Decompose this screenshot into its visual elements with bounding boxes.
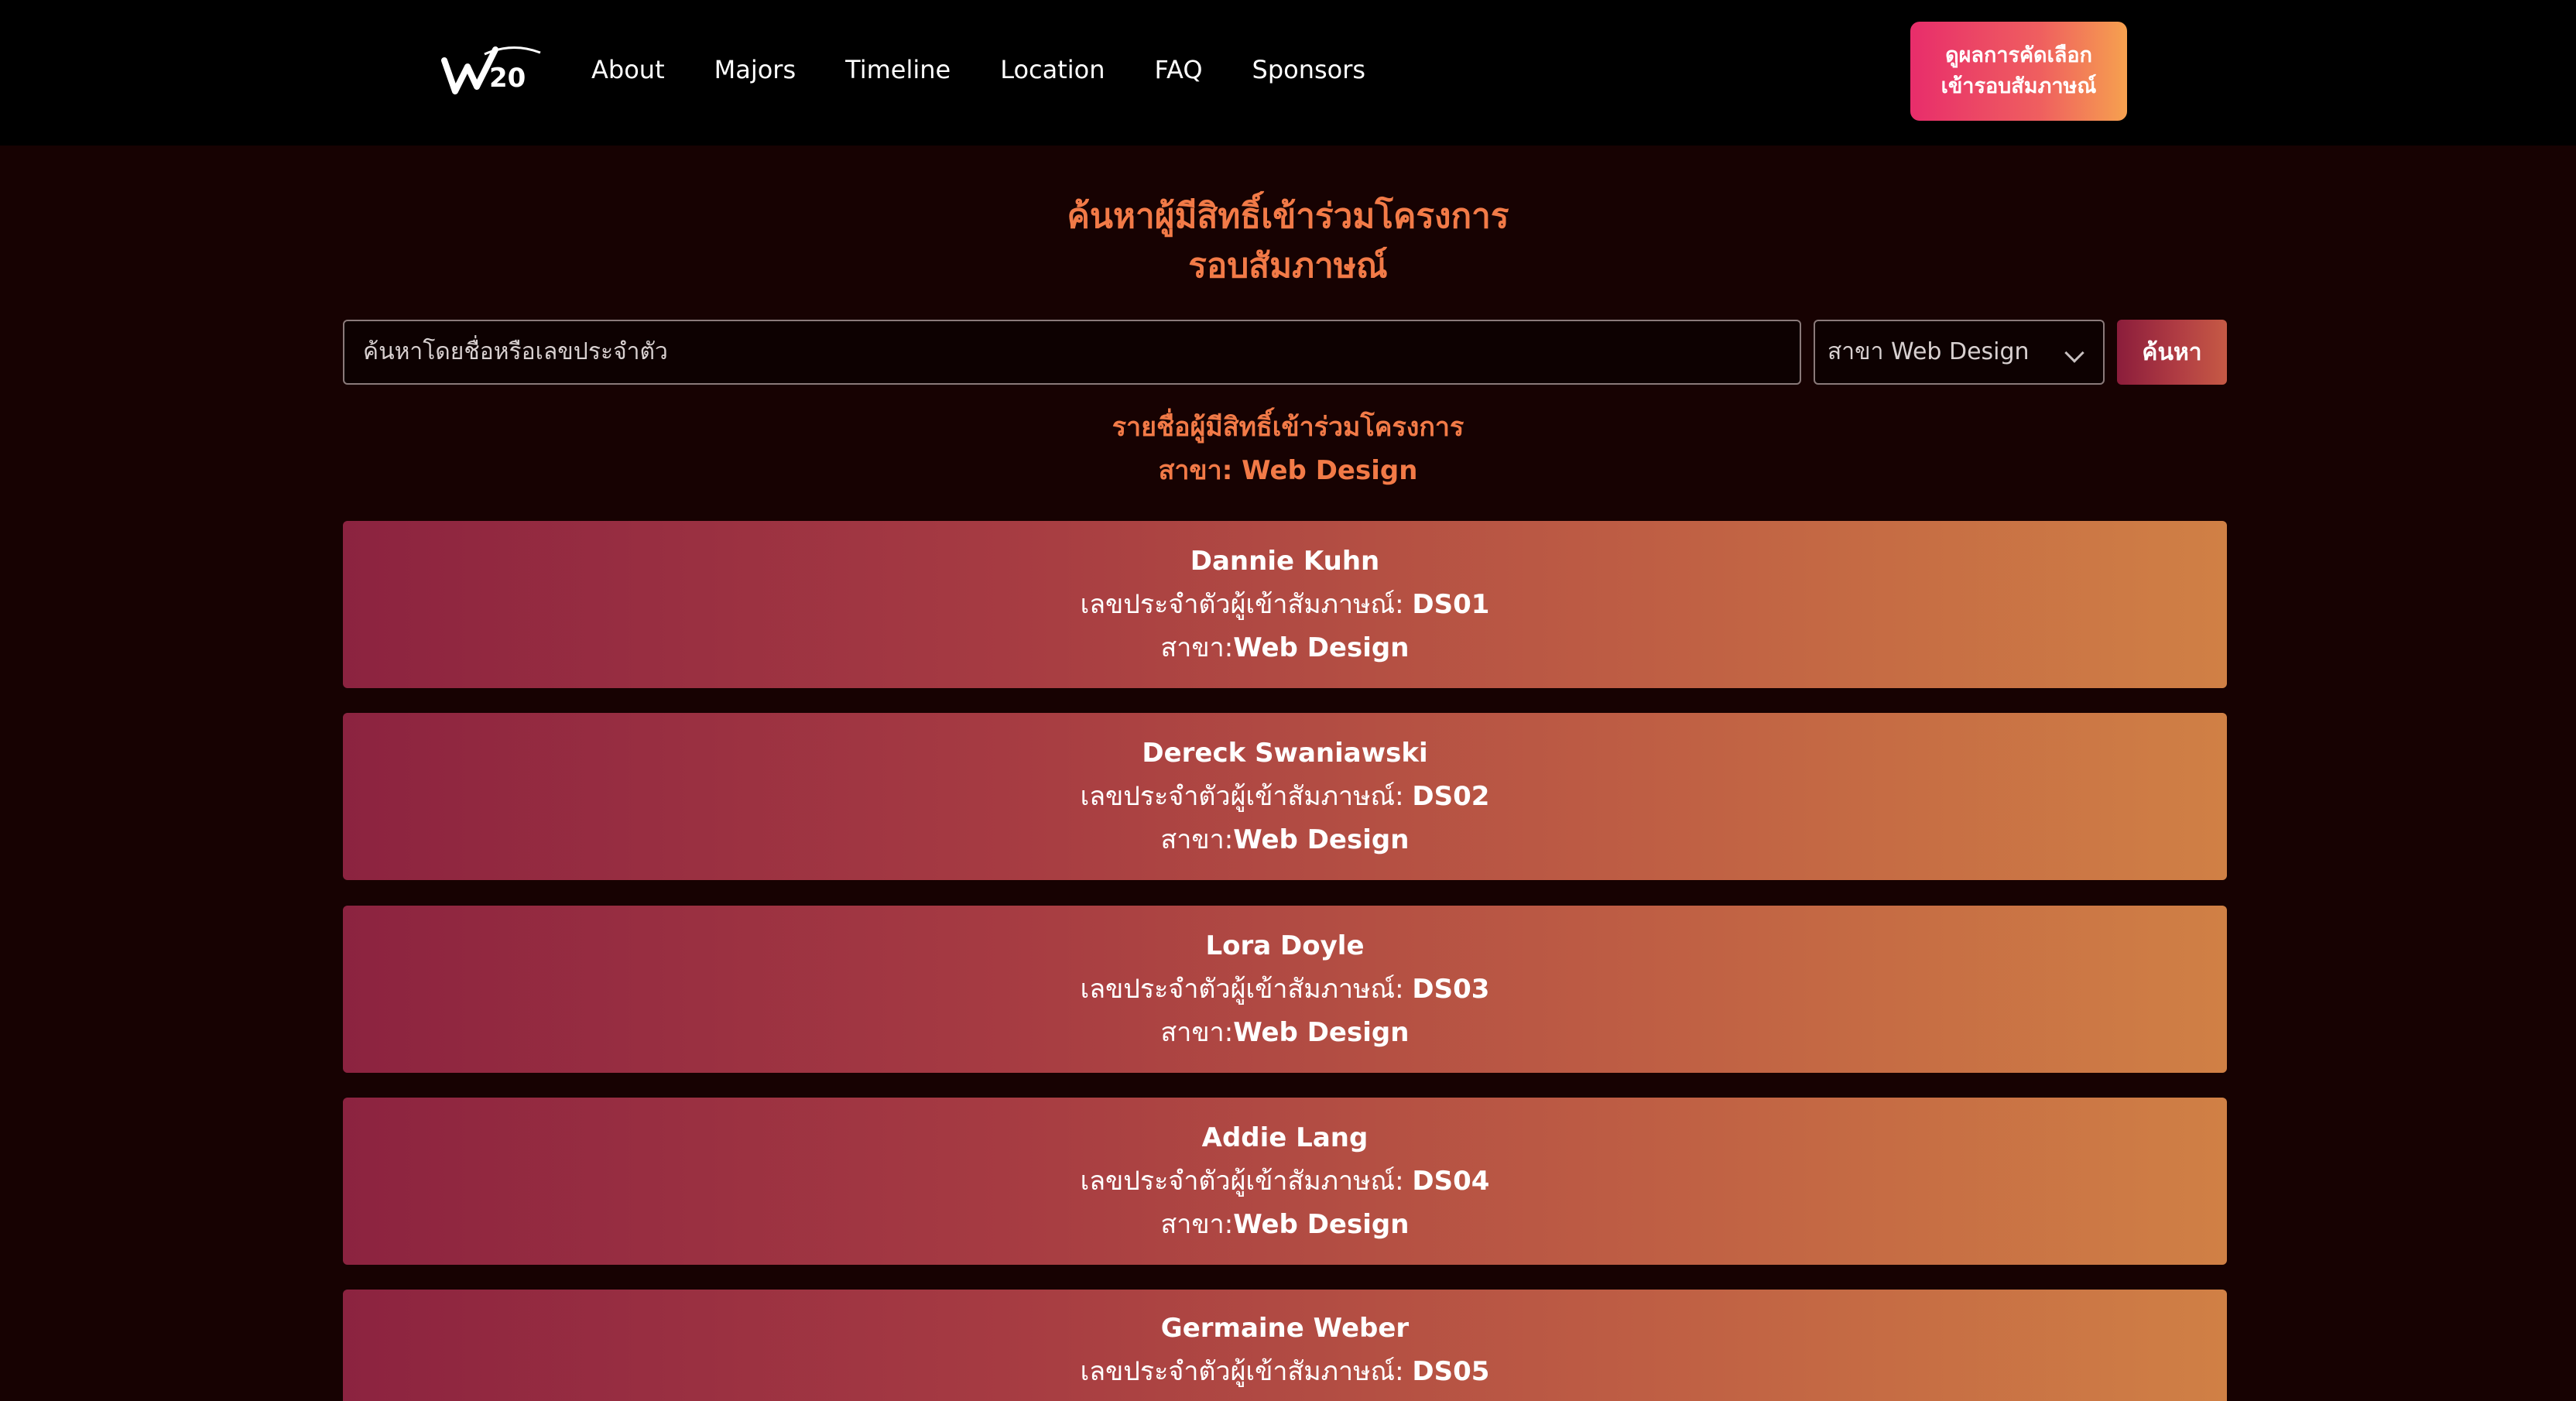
candidate-major-line: สาขา:Web Design [1161,1011,1410,1054]
page-title-line-2: รอบสัมภาษณ์ [1188,246,1388,286]
candidate-name: Germaine Weber [1160,1313,1410,1344]
results-heading-line-2: สาขา: Web Design [1158,455,1418,486]
candidate-name: Dannie Kuhn [1190,546,1380,577]
candidate-major: Web Design [1233,824,1410,855]
nav-about[interactable]: About [591,51,665,88]
candidate-id: DS04 [1412,1166,1490,1197]
candidate-id-line: เลขประจำตัวผู้เข้าสัมภาษณ์: DS01 [1081,583,1490,626]
chevron-down-icon [2064,343,2084,363]
w20-logo[interactable]: 20 [441,43,543,98]
candidate-name: Lora Doyle [1205,930,1365,961]
candidate-major-line: สาขา:Web Design [1161,818,1410,861]
nav-sponsors[interactable]: Sponsors [1252,51,1366,88]
candidate-card: Lora Doyle เลขประจำตัวผู้เข้าสัมภาษณ์: D… [343,906,2227,1073]
view-results-button[interactable]: ดูผลการคัดเลือก เข้ารอบสัมภาษณ์ [1910,22,2127,121]
cta-line-1: ดูผลการคัดเลือก [1945,43,2092,67]
page-title: ค้นหาผู้มีสิทธิ์เข้าร่วมโครงการ รอบสัมภา… [0,192,2576,291]
candidate-id-line: เลขประจำตัวผู้เข้าสัมภาษณ์: DS05 [1081,1350,1490,1393]
candidate-id: DS05 [1412,1356,1490,1387]
search-button[interactable]: ค้นหา [2117,320,2227,385]
results-heading-line-1: รายชื่อผู้มีสิทธิ์เข้าร่วมโครงการ [1112,412,1464,443]
candidate-major: Web Design [1233,1209,1410,1240]
candidate-major-label: สาขา: [1160,632,1234,663]
search-placeholder: ค้นหาโดยชื่อหรือเลขประจำตัว [363,338,668,365]
major-select[interactable]: สาขา Web Design [1814,320,2105,385]
candidate-card: Addie Lang เลขประจำตัวผู้เข้าสัมภาษณ์: D… [343,1098,2227,1265]
candidate-id-label: เลขประจำตัวผู้เข้าสัมภาษณ์: [1080,1356,1413,1387]
nav-faq[interactable]: FAQ [1155,51,1203,88]
svg-text:20: 20 [489,63,526,94]
candidate-id-label: เลขประจำตัวผู้เข้าสัมภาษณ์: [1080,781,1413,812]
candidate-major-label: สาขา: [1160,1017,1234,1048]
nav-timeline[interactable]: Timeline [845,51,951,88]
search-input[interactable]: ค้นหาโดยชื่อหรือเลขประจำตัว [343,320,1801,385]
top-navbar: 20 About Majors Timeline Location FAQ Sp… [0,0,2576,146]
cta-line-2: เข้ารอบสัมภาษณ์ [1941,74,2097,98]
candidate-name: Addie Lang [1201,1122,1368,1153]
candidate-name: Dereck Swaniawski [1142,738,1428,769]
candidate-card: Dereck Swaniawski เลขประจำตัวผู้เข้าสัมภ… [343,713,2227,880]
candidate-id-label: เลขประจำตัวผู้เข้าสัมภาษณ์: [1080,974,1413,1005]
major-select-value: สาขา Web Design [1828,338,2030,365]
nav-location[interactable]: Location [1000,51,1105,88]
candidate-major-line: สาขา:Web Design [1161,1203,1410,1246]
candidate-id: DS02 [1412,781,1490,812]
candidate-id: DS03 [1412,974,1490,1005]
candidate-id: DS01 [1412,589,1490,620]
candidate-id-line: เลขประจำตัวผู้เข้าสัมภาษณ์: DS04 [1081,1160,1490,1203]
candidate-major-label: สาขา: [1160,824,1234,855]
candidate-card: Germaine Weber เลขประจำตัวผู้เข้าสัมภาษณ… [343,1290,2227,1401]
candidate-major: Web Design [1233,1017,1410,1048]
candidate-id-line: เลขประจำตัวผู้เข้าสัมภาษณ์: DS02 [1081,775,1490,818]
candidate-card: Dannie Kuhn เลขประจำตัวผู้เข้าสัมภาษณ์: … [343,521,2227,688]
results-heading: รายชื่อผู้มีสิทธิ์เข้าร่วมโครงการ สาขา: … [0,406,2576,492]
candidate-id-line: เลขประจำตัวผู้เข้าสัมภาษณ์: DS03 [1081,968,1490,1011]
candidate-major-label: สาขา: [1160,1209,1234,1240]
candidate-major-line: สาขา:Web Design [1161,626,1410,670]
page-title-line-1: ค้นหาผู้มีสิทธิ์เข้าร่วมโครงการ [1067,197,1509,236]
main-nav: About Majors Timeline Location FAQ Spons… [591,51,1365,88]
candidate-major: Web Design [1233,632,1410,663]
candidate-id-label: เลขประจำตัวผู้เข้าสัมภาษณ์: [1080,1166,1413,1197]
candidate-id-label: เลขประจำตัวผู้เข้าสัมภาษณ์: [1080,589,1413,620]
nav-majors[interactable]: Majors [714,51,796,88]
